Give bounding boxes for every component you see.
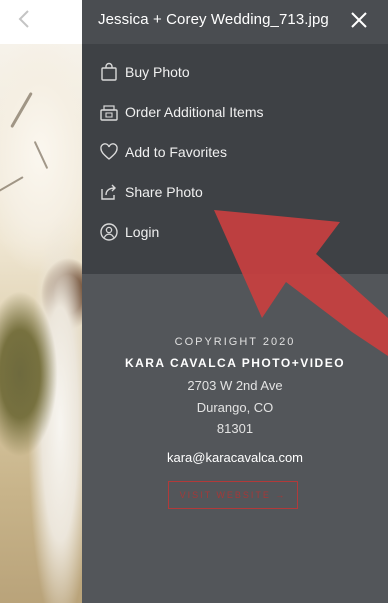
address-line: Durango, CO xyxy=(196,400,274,415)
share-icon xyxy=(98,181,120,203)
background-photo xyxy=(0,0,82,603)
user-icon xyxy=(98,221,120,243)
panel-header: Jessica + Corey Wedding_713.jpg xyxy=(82,0,388,44)
side-panel: Jessica + Corey Wedding_713.jpg Buy Phot… xyxy=(82,0,388,603)
menu-label: Add to Favorites xyxy=(125,144,227,160)
menu-item-buy-photo[interactable]: Buy Photo xyxy=(98,59,378,85)
close-icon[interactable] xyxy=(350,11,368,29)
photo-menu: Buy Photo Order Additional Items Add to … xyxy=(82,44,388,274)
photo-top-bar xyxy=(0,0,82,44)
menu-item-add-favorites[interactable]: Add to Favorites xyxy=(98,139,378,165)
menu-label: Login xyxy=(125,224,160,240)
studio-footer: COPYRIGHT 2020 KARA CAVALCA PHOTO+VIDEO … xyxy=(82,274,388,603)
menu-item-order-items[interactable]: Order Additional Items xyxy=(98,99,378,125)
back-chevron-icon[interactable] xyxy=(14,8,36,30)
menu-label: Buy Photo xyxy=(125,64,190,80)
heart-icon xyxy=(98,141,120,163)
menu-label: Share Photo xyxy=(125,184,203,200)
menu-item-login[interactable]: Login xyxy=(98,219,378,245)
company-name: KARA CAVALCA PHOTO+VIDEO xyxy=(124,356,346,370)
visit-website-button[interactable]: VISIT WEBSITE → xyxy=(168,481,298,509)
contact-email-link[interactable]: kara@karacavalca.com xyxy=(82,450,388,465)
copyright-text: COPYRIGHT 2020 xyxy=(174,336,296,348)
shopping-bag-icon xyxy=(98,61,120,83)
address-line: 81301 xyxy=(216,421,254,436)
gift-box-icon xyxy=(98,101,120,123)
photo-title: Jessica + Corey Wedding_713.jpg xyxy=(98,11,329,28)
menu-item-share-photo[interactable]: Share Photo xyxy=(98,179,378,205)
menu-label: Order Additional Items xyxy=(125,104,264,120)
address-line: 2703 W 2nd Ave xyxy=(187,378,283,393)
